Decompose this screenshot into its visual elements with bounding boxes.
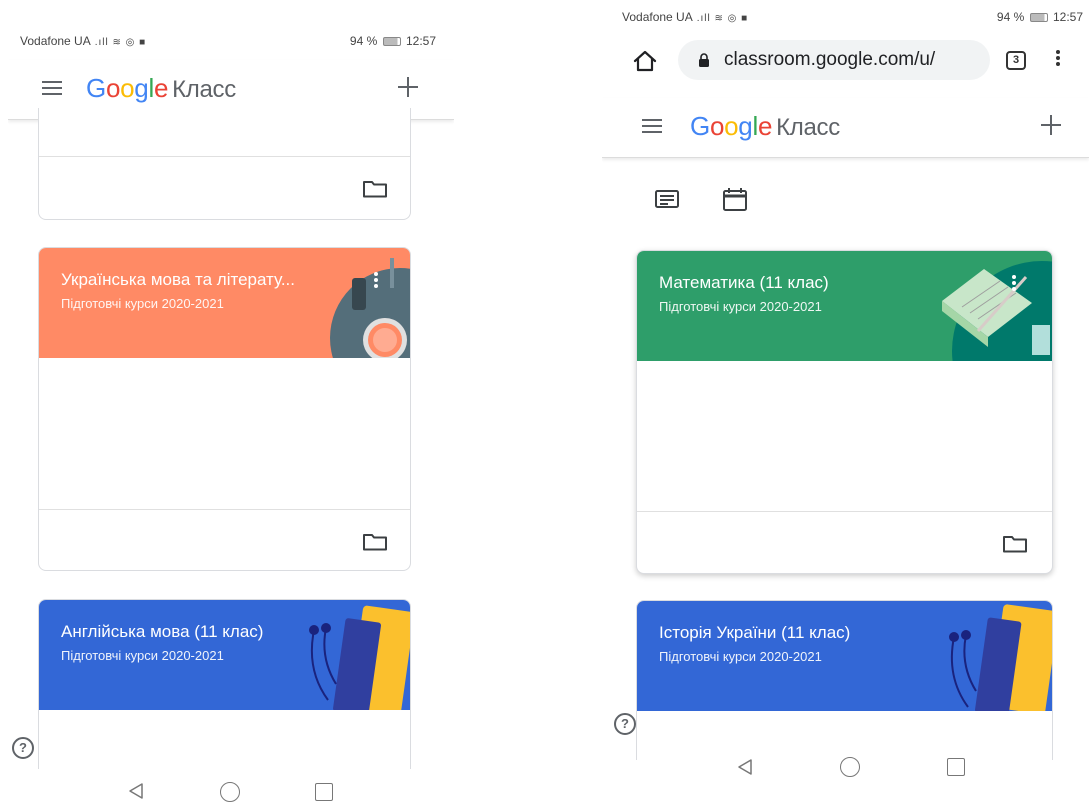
card-header[interactable]: Українська мова та літерату... Підготовч… [39,248,410,358]
folder-icon[interactable] [362,532,388,552]
course-title[interactable]: Математика (11 клас) [659,273,939,293]
card-header[interactable]: Англійська мова (11 клас) Підготовчі кур… [39,600,410,710]
course-card-partial[interactable] [38,108,411,220]
nav-back-icon[interactable] [736,758,754,776]
google-wordmark: Google [86,73,169,103]
nav-recent-icon[interactable] [315,783,333,801]
card-illustration [949,604,1052,711]
card-footer [39,509,410,570]
course-title[interactable]: Українська мова та літерату... [61,270,341,290]
clock-time: 12:57 [405,34,436,48]
card-footer [39,156,410,218]
product-name: Класс [172,76,236,103]
app-bar: Google Класс [602,98,1089,158]
plus-icon[interactable] [1039,113,1063,137]
browser-toolbar: classroom.google.com/u/ 3 [602,36,1089,86]
right-phone-screen: Vodafone UA .ıll ≋ ◎ ■ 94 % 12:57 classro… [602,0,1089,803]
card-footer [637,511,1052,573]
carrier-label: Vodafone UA .ıll ≋ ◎ ■ [20,34,146,48]
left-phone-screen: Vodafone UA .ıll ≋ ◎ ■ 94 % 12:57 Google К… [8,0,454,803]
course-card[interactable]: Українська мова та літерату... Підготовч… [38,247,411,571]
lock-icon [699,53,709,67]
course-subtitle: Підготовчі курси 2020-2021 [659,649,822,664]
card-illustration [309,605,410,710]
battery-percent: 94 % [349,34,378,48]
carrier-label: Vodafone UA .ıll ≋ ◎ ■ [622,10,748,24]
calendar-icon[interactable] [722,186,748,212]
card-illustration [942,261,1052,361]
course-title[interactable]: Англійська мова (11 клас) [61,622,341,642]
help-icon[interactable]: ? [614,713,636,735]
course-subtitle: Підготовчі курси 2020-2021 [659,299,822,314]
course-card[interactable]: Історія України (11 клас) Підготовчі кур… [636,600,1053,760]
nav-recent-icon[interactable] [947,758,965,776]
carrier-text: Vodafone UA [20,34,91,48]
clock-time: 12:57 [1052,10,1083,24]
course-title[interactable]: Історія України (11 клас) [659,623,939,643]
status-right: 94 % 12:57 [997,10,1083,24]
course-card[interactable]: Математика (11 клас) Підготовчі курси 20… [636,250,1053,574]
folder-icon[interactable] [1002,534,1028,554]
help-icon[interactable]: ? [12,737,34,759]
menu-icon[interactable] [42,81,62,97]
card-header[interactable]: Історія України (11 клас) Підготовчі кур… [637,601,1052,711]
signal-wifi-icon: .ıll ≋ ◎ ■ [696,13,749,24]
google-wordmark: Google [690,111,773,141]
app-logo[interactable]: Google Класс [690,111,840,142]
battery-percent: 94 % [996,10,1025,24]
signal-wifi-icon: .ıll ≋ ◎ ■ [94,37,147,48]
battery-icon [1029,13,1048,22]
nav-home-icon[interactable] [840,757,860,777]
nav-back-icon[interactable] [127,782,145,800]
menu-icon[interactable] [642,119,662,135]
card-header[interactable]: Математика (11 клас) Підготовчі курси 20… [637,251,1052,361]
url-text[interactable]: classroom.google.com/u/ [724,49,982,71]
app-logo[interactable]: Google Класс [86,73,236,104]
nav-home-icon[interactable] [220,782,240,802]
course-card[interactable]: Англійська мова (11 клас) Підготовчі кур… [38,599,411,769]
home-icon[interactable] [632,48,658,74]
status-bar: Vodafone UA .ıll ≋ ◎ ■ 94 % 12:57 [8,30,454,52]
course-subtitle: Підготовчі курси 2020-2021 [61,648,224,663]
status-right: 94 % 12:57 [350,34,436,48]
system-nav-bar [602,748,1089,788]
battery-icon [382,37,401,46]
address-bar[interactable]: classroom.google.com/u/ [678,40,990,80]
folder-icon[interactable] [362,179,388,199]
tabs-icon[interactable]: 3 [1006,51,1026,70]
more-vert-icon[interactable] [1054,48,1062,70]
carrier-text: Vodafone UA [622,10,693,24]
course-subtitle: Підготовчі курси 2020-2021 [61,296,224,311]
more-vert-icon[interactable] [1012,273,1018,293]
card-illustration [330,258,410,358]
more-vert-icon[interactable] [374,270,380,290]
system-nav-bar [8,770,454,803]
stream-icon[interactable] [654,186,680,212]
plus-icon[interactable] [396,75,420,99]
status-bar: Vodafone UA .ıll ≋ ◎ ■ 94 % 12:57 [602,6,1089,28]
product-name: Класс [776,114,840,141]
